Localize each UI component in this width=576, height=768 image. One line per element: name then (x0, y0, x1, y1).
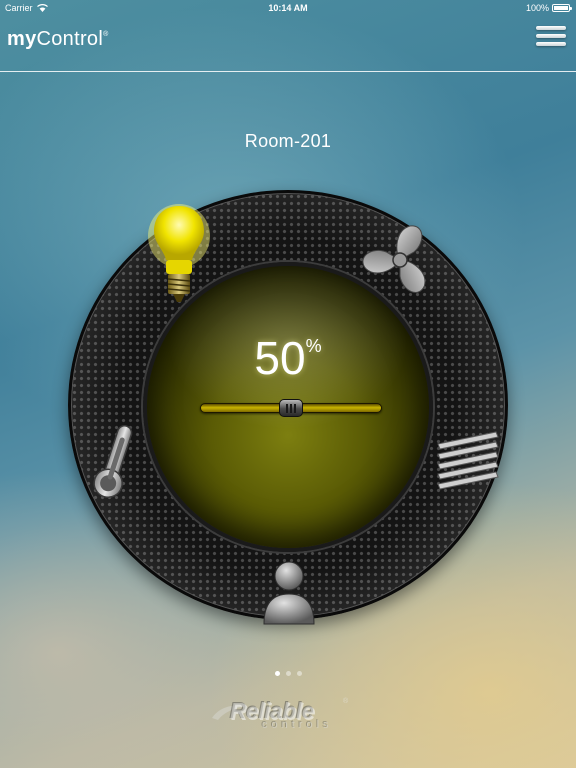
brand-sub: controls (262, 719, 333, 731)
battery-percent: 100% (525, 3, 549, 13)
occupant-icon[interactable] (260, 560, 318, 626)
battery-indicator: 100% (525, 3, 572, 13)
app-title-mark: ® (103, 31, 109, 38)
page-dot[interactable] (296, 671, 302, 676)
control-dial: 50% (68, 190, 508, 625)
hamburger-menu-icon[interactable] (536, 22, 566, 52)
battery-icon (552, 4, 572, 12)
light-level-readout: 50% (68, 335, 508, 381)
app-title-regular: Control (36, 28, 104, 50)
light-level-value: 50 (254, 332, 306, 384)
blinds-icon[interactable] (434, 430, 504, 496)
reliable-controls-logo: Reliable ® controls (210, 698, 370, 738)
app-title-bold: my (7, 28, 37, 50)
dimmer-slider[interactable] (200, 399, 382, 417)
page-dot[interactable] (274, 671, 280, 676)
brand-mark: ® (343, 698, 349, 705)
fan-icon[interactable] (358, 218, 442, 296)
light-level-unit: % (305, 336, 322, 356)
nav-bar: myControl® (0, 16, 576, 72)
page-indicator[interactable] (0, 671, 576, 676)
room-name: Room-201 (244, 131, 332, 151)
app-title: myControl® (7, 28, 109, 51)
page-dot[interactable] (285, 671, 291, 676)
dimmer-slider-thumb[interactable] (279, 399, 303, 417)
status-bar: Carrier 10:14 AM 100% (0, 0, 576, 16)
status-time: 10:14 AM (268, 3, 308, 13)
thermometer-icon[interactable] (88, 420, 140, 504)
lightbulb-icon[interactable] (146, 198, 212, 306)
